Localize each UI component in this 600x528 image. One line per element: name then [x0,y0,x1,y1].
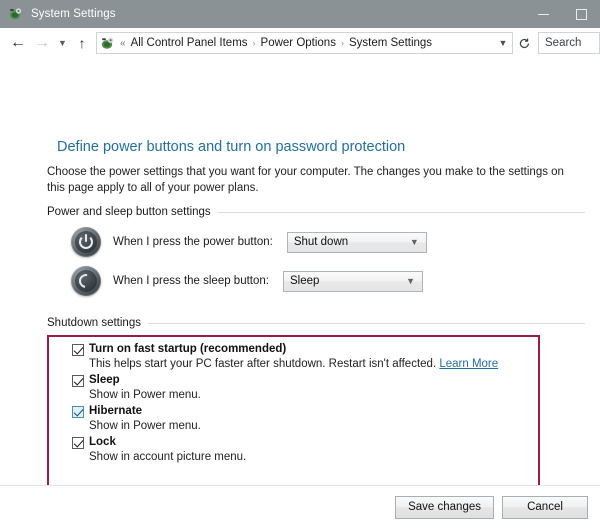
chevron-down-icon: ▼ [498,38,508,48]
search-box[interactable]: Search [538,32,600,54]
minimize-button[interactable] [524,0,562,28]
address-bar[interactable]: « All Control Panel Items › Power Option… [96,32,513,54]
section-divider [147,322,585,324]
lock-label: Lock [89,436,116,448]
power-button-select[interactable]: Shut down ▼ [286,231,427,253]
breadcrumb: « All Control Panel Items › Power Option… [120,37,494,49]
fast-startup-checkbox-row[interactable]: Turn on fast startup (recommended) [72,342,532,356]
breadcrumb-separator: › [252,38,256,48]
hibernate-checkbox[interactable] [72,406,84,418]
breadcrumb-item-all-control-panel-items[interactable]: All Control Panel Items [131,37,248,49]
page-title: Define power buttons and turn on passwor… [57,139,406,155]
hibernate-checkbox-row[interactable]: Hibernate [72,404,532,418]
sleep-button-row: When I press the sleep button: Sleep ▼ [47,266,585,296]
refresh-icon [519,38,529,48]
fast-startup-description-text: This helps start your PC faster after sh… [89,358,437,370]
hibernate-description: Show in Power menu. [89,420,201,432]
cancel-button[interactable]: Cancel [502,495,588,519]
sleep-checkbox[interactable] [72,375,84,387]
fast-startup-checkbox[interactable] [72,344,84,356]
save-changes-button[interactable]: Save changes [395,495,494,519]
system-settings-window: System Settings ← → ▼ ↑ « All Control Pa… [0,0,600,528]
power-sleep-section: Power and sleep button settings When I p… [47,206,585,296]
sleep-button-value: Sleep [289,275,320,287]
recent-locations-button[interactable]: ▼ [54,31,71,55]
power-button-row: When I press the power button: Shut down… [47,227,585,257]
section-divider [217,211,585,213]
navigation-bar: ← → ▼ ↑ « All Control Panel Items › Powe… [0,28,600,59]
breadcrumb-separator: › [340,38,344,48]
title-bar: System Settings [0,0,600,28]
list-item: Sleep Show in Power menu. [72,373,532,403]
back-button[interactable]: ← [6,31,30,55]
chevron-down-icon: ▼ [409,237,419,247]
power-button-icon [71,227,101,257]
sleep-button-label: When I press the sleep button: [113,275,269,287]
list-item: Hibernate Show in Power menu. [72,404,532,434]
learn-more-link[interactable]: Learn More [439,358,498,370]
list-item: Turn on fast startup (recommended) This … [72,342,532,372]
breadcrumb-item-system-settings[interactable]: System Settings [349,37,432,49]
minimize-icon [537,13,549,15]
forward-button: → [30,31,54,55]
forward-arrow-icon: → [34,34,50,51]
chevron-down-icon: ▼ [58,38,67,48]
content-area: Define power buttons and turn on passwor… [0,59,600,528]
list-item: Lock Show in account picture menu. [72,435,532,465]
breadcrumb-overflow[interactable]: « [120,38,126,49]
page-description: Choose the power settings that you want … [47,166,564,194]
fast-startup-label: Turn on fast startup (recommended) [89,343,287,355]
footer-actions: Save changes Cancel [0,486,600,528]
hibernate-label: Hibernate [89,405,143,417]
section-header: Shutdown settings [47,317,585,329]
shutdown-options-list: Turn on fast startup (recommended) This … [72,342,532,466]
up-arrow-icon: ↑ [78,35,86,51]
up-button[interactable]: ↑ [71,31,93,55]
sleep-button-select[interactable]: Sleep ▼ [282,270,423,292]
control-panel-icon [100,35,116,51]
lock-checkbox[interactable] [72,437,84,449]
lock-description: Show in account picture menu. [89,451,247,463]
back-arrow-icon: ← [10,34,26,51]
shutdown-section: Shutdown settings [47,317,585,329]
maximize-button[interactable] [562,0,600,28]
chevron-down-icon: ▼ [406,276,415,286]
power-button-value: Shut down [293,236,349,248]
refresh-button[interactable] [513,31,535,55]
window-controls [524,0,600,28]
address-dropdown-button[interactable]: ▼ [494,33,512,53]
shutdown-heading: Shutdown settings [47,317,141,329]
lock-checkbox-row[interactable]: Lock [72,435,532,449]
window-title: System Settings [31,8,116,20]
maximize-icon [575,8,587,20]
sleep-label: Sleep [89,374,120,386]
control-panel-icon [8,6,24,22]
section-header: Power and sleep button settings [47,206,585,218]
search-input[interactable]: Search [539,37,581,49]
power-sleep-heading: Power and sleep button settings [47,206,211,218]
fast-startup-description: This helps start your PC faster after sh… [89,357,532,372]
sleep-button-icon [71,266,101,296]
breadcrumb-item-power-options[interactable]: Power Options [261,37,336,49]
sleep-checkbox-row[interactable]: Sleep [72,373,532,387]
sleep-description: Show in Power menu. [89,389,201,401]
power-button-label: When I press the power button: [113,236,273,248]
